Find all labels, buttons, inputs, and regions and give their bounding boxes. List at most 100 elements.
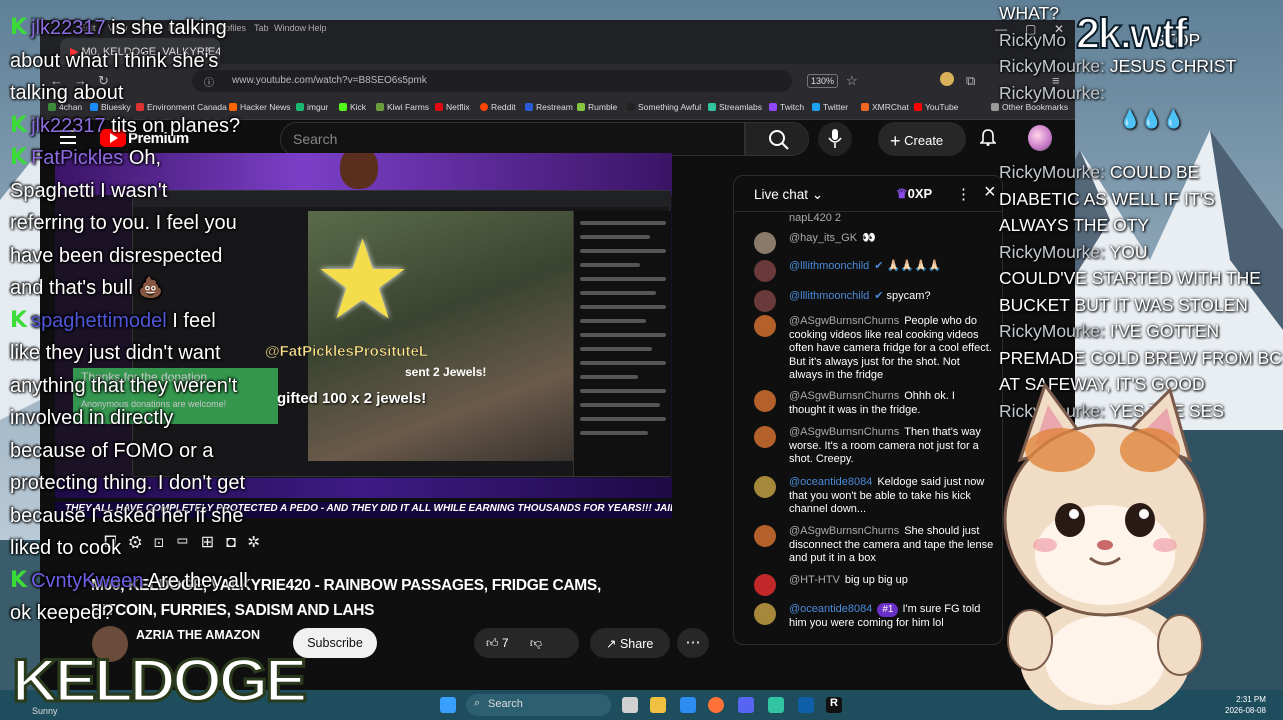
file-explorer-icon[interactable] <box>650 697 666 713</box>
overlay-chat-message: RickyMourke: I'VE GOTTEN <box>999 318 1283 345</box>
overlay-chat-text: YOU <box>1109 241 1148 262</box>
bookmark-label: Kiwi Farms <box>387 102 430 112</box>
channel-name[interactable]: AZRIA THE AMAZON <box>136 628 260 642</box>
discord-icon[interactable] <box>738 697 754 713</box>
system-clock[interactable]: 2:31 PM 2026-08-08 <box>1225 694 1266 716</box>
chat-author: @lllithmoonchild <box>789 260 870 272</box>
taskbar-search[interactable]: ⌕ Search <box>466 694 611 716</box>
overlay-jewels: sent 2 Jewels! <box>405 365 487 379</box>
overlay-chat-message <box>999 133 1283 160</box>
bookmark-kick[interactable]: Kick <box>339 102 366 112</box>
overlay-chat-text: JESUS CHRIST <box>1109 56 1237 76</box>
search-input[interactable]: Search <box>280 122 745 156</box>
extensions-icon[interactable]: ⧉ <box>966 73 975 89</box>
bookmark-rumble[interactable]: Rumble <box>577 102 617 112</box>
member-badge: #1 <box>877 603 899 617</box>
bookmark-streamlabs[interactable]: Streamlabs <box>708 102 762 112</box>
overlay-chat-user: jlk22317 <box>31 114 106 137</box>
overlay-chat-left: Kjlk22317 is she talking about what I th… <box>10 12 310 630</box>
bookmark-something-awful[interactable]: Something Awful <box>627 102 701 112</box>
bookmark-restream[interactable]: Restream <box>525 102 573 112</box>
windows-start-icon[interactable] <box>440 697 456 713</box>
clock-date: 2026-08-08 <box>1225 706 1266 715</box>
overlay-chat-user: RickyMourke: <box>999 162 1105 182</box>
thumbs-up-icon[interactable]: 👍︎ <box>486 636 499 650</box>
bookmark-label: XMRChat <box>872 102 909 112</box>
overlay-chat-user: FatPickles <box>31 147 124 169</box>
youtube-icon <box>914 103 922 111</box>
menu-help[interactable]: Help <box>308 23 327 33</box>
close-icon[interactable]: × <box>984 181 996 204</box>
share-label: Share <box>619 637 654 651</box>
r-app-icon[interactable]: R <box>826 697 842 713</box>
create-button[interactable]: + Create <box>878 122 966 156</box>
overlay-chat-text: Are they all <box>147 569 248 592</box>
taskbar-search-label: Search <box>488 698 523 710</box>
chat-avatar <box>754 390 776 412</box>
overlay-chat-text: ALWAYS THE OTY <box>999 215 1150 235</box>
app-icon[interactable] <box>798 697 814 713</box>
chat-author: @lllithmoonchild <box>789 290 870 302</box>
bookmark-label: Reddit <box>491 102 516 112</box>
live-chat-label: Live chat <box>754 187 809 202</box>
overlay-chat-message: 💧💧💧 <box>999 106 1283 133</box>
overlay-chat-text: about what I think she's <box>10 49 219 72</box>
bookmark-netflix[interactable]: Netflix <box>435 102 470 112</box>
chat-avatar <box>754 232 776 254</box>
crown-icon: ♛ <box>896 186 908 201</box>
chat-author: @ASgwBurnsnChurns <box>789 426 900 438</box>
xmrchat-icon <box>861 103 869 111</box>
bookmark-star-icon[interactable]: ☆ <box>846 73 858 89</box>
firefox-icon[interactable] <box>708 697 724 713</box>
overlay-chat-message: ALWAYS THE OTY <box>999 212 1283 239</box>
overlay-chat-text: is she talking <box>111 17 227 39</box>
chat-avatar <box>754 426 776 448</box>
notifications-bell-icon[interactable] <box>980 128 996 146</box>
bookmark-label: Twitter <box>823 102 849 112</box>
overlay-chat-user: CvntyKween <box>31 569 144 592</box>
overlay-chat-message: RickyMourke: <box>999 80 1283 107</box>
bookmark-label: Streamlabs <box>719 102 762 112</box>
extension-icon[interactable] <box>940 72 954 86</box>
kick-icon: K <box>10 567 28 593</box>
live-chat-panel: Live chat ⌄ ♛0XP ⋮ × napL420 2 @hay_its_… <box>733 175 1003 645</box>
overlay-chat-message: DIABETIC AS WELL IF IT'S <box>999 186 1283 213</box>
verified-icon: ✔ <box>874 260 887 272</box>
thumbs-down-icon[interactable]: 👎︎ <box>530 636 542 650</box>
streamer-cam <box>340 153 378 189</box>
more-actions-icon[interactable]: ⋯ <box>677 628 709 658</box>
kebab-menu-icon[interactable]: ⋮ <box>956 185 971 203</box>
bookmark-kiwi-farms[interactable]: Kiwi Farms <box>376 102 429 112</box>
chat-text: big up big up <box>844 574 908 586</box>
overlay-chat-text: like they just didn't want <box>10 342 221 364</box>
zoom-level[interactable]: 130% <box>807 74 839 88</box>
like-count: 7 <box>501 636 509 650</box>
folder-icon <box>991 103 999 111</box>
overlay-chat-message: PREMADE COLD BREW FROM BC <box>999 345 1283 372</box>
voice-search-button[interactable] <box>818 122 852 156</box>
edge-icon[interactable] <box>680 697 696 713</box>
bookmark-reddit[interactable]: Reddit <box>480 102 516 112</box>
live-chat-title[interactable]: Live chat ⌄ <box>754 187 823 203</box>
netflix-icon <box>435 103 443 111</box>
overlay-chat-message: RickyMourke: YOU <box>999 239 1283 266</box>
overlay-chat-message: Kspaghettimodel I feel <box>10 305 310 338</box>
search-button[interactable] <box>745 122 809 156</box>
verified-icon: ✔ <box>874 290 887 302</box>
overlay-chat-text: involved in directly <box>10 407 174 429</box>
streamlabs-icon[interactable] <box>768 697 784 713</box>
overlay-chat-text: Oh, <box>128 147 162 169</box>
task-view-icon[interactable] <box>622 697 638 713</box>
xp-badge[interactable]: ♛0XP <box>896 186 932 202</box>
bookmark-twitter[interactable]: Twitter <box>812 102 848 112</box>
subscribe-button[interactable]: Subscribe <box>293 628 377 658</box>
like-dislike-button[interactable]: 👍︎ 7 👎︎ <box>474 628 579 658</box>
bookmark-youtube[interactable]: YouTube <box>914 102 958 112</box>
bookmark-twitch[interactable]: Twitch <box>769 102 804 112</box>
overlay-chat-user: RickyMourke: <box>999 241 1105 262</box>
share-button[interactable]: ↗ Share <box>590 628 670 658</box>
bookmark-xmrchat[interactable]: XMRChat <box>861 102 909 112</box>
bookmark-label: YouTube <box>925 102 959 112</box>
something-awful-icon <box>627 103 635 111</box>
overlay-chat-message: BUCKET BUT IT WAS STOLEN <box>999 292 1283 319</box>
